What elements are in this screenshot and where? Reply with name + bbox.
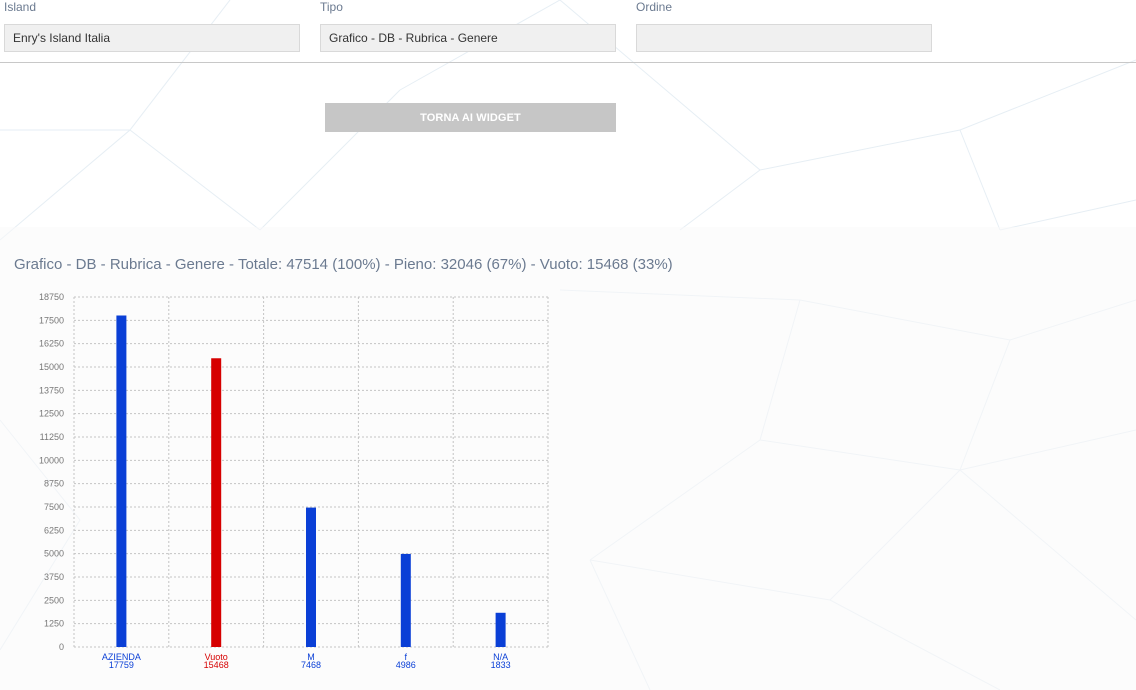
bar-value-label: 17759 xyxy=(109,660,134,670)
y-tick-label: 8750 xyxy=(44,479,64,489)
y-tick-label: 13750 xyxy=(39,385,64,395)
bar-value-label: 4986 xyxy=(396,660,416,670)
y-tick-label: 0 xyxy=(59,642,64,652)
bar xyxy=(495,612,506,647)
y-tick-label: 15000 xyxy=(39,362,64,372)
y-tick-label: 2500 xyxy=(44,595,64,605)
y-tick-label: 16250 xyxy=(39,339,64,349)
bar-chart: 0 1250 2500 3750 5000 6250 7500 8750 10000 11250 1… xyxy=(39,292,549,670)
bar xyxy=(211,358,222,647)
bar-value-label: 1833 xyxy=(491,660,511,670)
y-tick-label: 5000 xyxy=(44,549,64,559)
bar xyxy=(306,507,316,647)
bar xyxy=(116,315,127,647)
page: Island Tipo Ordine TORNA AI WIDGET Grafi… xyxy=(0,0,1136,690)
y-tick-label: 10000 xyxy=(39,455,64,465)
y-tick-label: 3750 xyxy=(44,572,64,582)
bar-value-label: 7468 xyxy=(301,660,321,670)
bar-value-label: 15468 xyxy=(204,660,229,670)
y-tick-label: 18750 xyxy=(39,292,64,302)
y-tick-label: 6250 xyxy=(44,525,64,535)
y-tick-label: 1250 xyxy=(44,619,64,629)
bar xyxy=(400,553,411,647)
y-tick-label: 17500 xyxy=(39,315,64,325)
y-tick-label: 7500 xyxy=(44,502,64,512)
y-tick-label: 12500 xyxy=(39,409,64,419)
y-tick-label: 11250 xyxy=(40,432,64,442)
